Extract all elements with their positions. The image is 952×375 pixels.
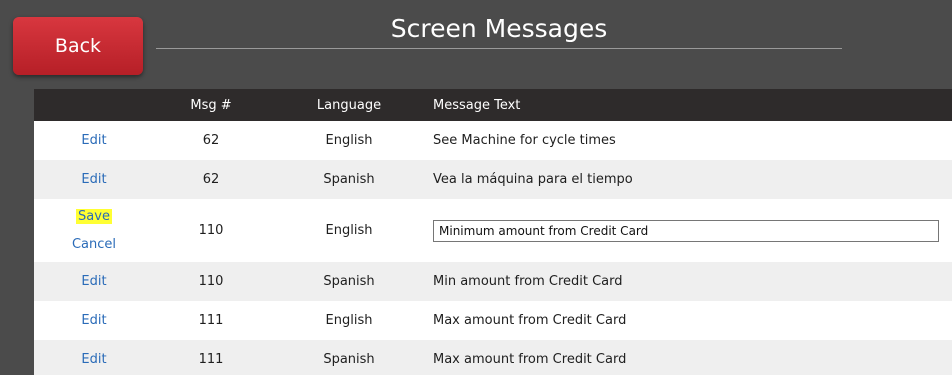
header-action	[34, 89, 154, 121]
table-row: Edit 62 English See Machine for cycle ti…	[34, 121, 952, 160]
msg-number-cell: 110	[198, 274, 224, 289]
msg-number-cell: 110	[198, 223, 224, 238]
table-row: Edit 111 Spanish Max amount from Credit …	[34, 340, 952, 375]
table-row: Edit 62 Spanish Vea la máquina para el t…	[34, 160, 952, 199]
screen-messages-page: Back Screen Messages Msg # Language Mess…	[0, 0, 952, 375]
page-title: Screen Messages	[390, 14, 608, 43]
header-message-text: Message Text	[433, 97, 521, 113]
msg-number-cell: 111	[198, 352, 224, 367]
table-row: Edit 110 Spanish Min amount from Credit …	[34, 262, 952, 301]
message-text-cell: Vea la máquina para el tiempo	[433, 172, 633, 187]
header-msg-number: Msg #	[190, 97, 232, 113]
language-cell: English	[325, 133, 373, 148]
msg-number-cell: 62	[202, 172, 220, 187]
edit-link[interactable]: Edit	[81, 133, 106, 148]
header-row: Msg # Language Message Text	[34, 89, 952, 121]
message-text-cell: Max amount from Credit Card	[433, 313, 627, 328]
cancel-link[interactable]: Cancel	[72, 237, 116, 252]
msg-number-cell: 62	[202, 133, 220, 148]
back-button[interactable]: Back	[13, 17, 143, 75]
table-row-editing: Save Cancel 110 English	[34, 199, 952, 262]
edit-link[interactable]: Edit	[81, 172, 106, 187]
message-text-cell: See Machine for cycle times	[433, 133, 616, 148]
message-text-cell: Min amount from Credit Card	[433, 274, 623, 289]
messages-table-container: Msg # Language Message Text Edit 62 Engl…	[34, 89, 952, 375]
title-divider	[156, 48, 842, 49]
language-cell: Spanish	[323, 172, 375, 187]
messages-table: Msg # Language Message Text Edit 62 Engl…	[34, 89, 952, 375]
msg-number-cell: 111	[198, 313, 224, 328]
header-language: Language	[316, 97, 382, 113]
edit-link[interactable]: Edit	[81, 313, 106, 328]
message-text-cell: Max amount from Credit Card	[433, 352, 627, 367]
edit-link[interactable]: Edit	[81, 352, 106, 367]
table-header: Msg # Language Message Text	[34, 89, 952, 121]
edit-link[interactable]: Edit	[81, 274, 106, 289]
save-link[interactable]: Save	[76, 209, 112, 224]
table-body: Edit 62 English See Machine for cycle ti…	[34, 121, 952, 375]
language-cell: English	[325, 223, 373, 238]
edit-actions: Save Cancel	[34, 209, 154, 252]
language-cell: English	[325, 313, 373, 328]
language-cell: Spanish	[323, 274, 375, 289]
language-cell: Spanish	[323, 352, 375, 367]
table-row: Edit 111 English Max amount from Credit …	[34, 301, 952, 340]
message-text-input[interactable]	[433, 219, 939, 242]
